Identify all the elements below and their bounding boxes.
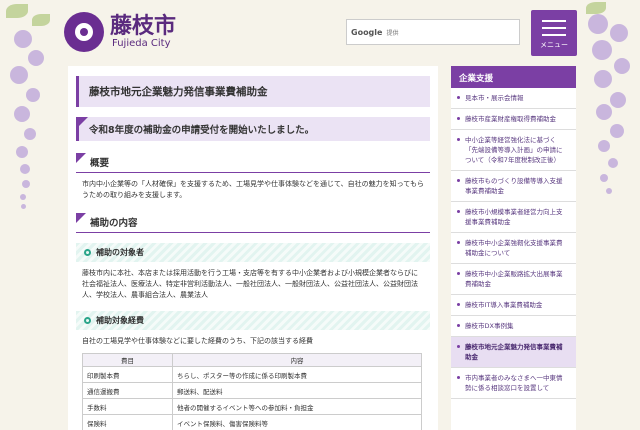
overview-heading: 概要: [76, 153, 430, 173]
sidebar-item[interactable]: 藤枝市中小企業強靭化支援事業費補助金について: [451, 233, 576, 264]
wisteria-decoration-left: [0, 0, 60, 430]
table-row: 印刷製本費 ちらし、ポスター等の作成に係る印刷製本費: [82, 366, 422, 383]
sidebar-item-current[interactable]: 藤枝市地元企業魅力発信事業費補助金: [451, 337, 576, 368]
city-emblem-icon: [64, 12, 104, 52]
wisteria-decoration-right: [580, 0, 640, 430]
overview-text: 市内中小企業等の「人材確保」を支援するため、工場見学や仕事体験などを通じて、自社…: [82, 180, 424, 199]
hamburger-icon-bar: [542, 34, 566, 36]
search-provided-by: 提供: [386, 29, 399, 37]
expense-table: 費目 内容 印刷製本費 ちらし、ポスター等の作成に係る印刷製本費 通信運搬費 郵…: [82, 353, 422, 430]
table-cell: 手数料: [82, 398, 173, 415]
target-heading: 補助の対象者: [76, 243, 430, 262]
table-cell: 印刷製本費: [82, 366, 173, 383]
sidebar-nav: 企業支援 見本市・展示会情報 藤枝市産業財産権取得費補助金 中小企業等経営強化法…: [451, 66, 576, 430]
table-cell: イベント保険料、傷害保険料等: [172, 414, 422, 430]
sidebar-item[interactable]: 藤枝市DX事例集: [451, 316, 576, 337]
circle-bullet-icon: [84, 317, 91, 324]
sidebar-item[interactable]: 見本市・展示会情報: [451, 88, 576, 109]
sidebar-item[interactable]: 藤枝市小規模事業者経営力向上支援事業費補助金: [451, 202, 576, 233]
menu-button[interactable]: メニュー: [531, 10, 577, 56]
site-header: 藤枝市 Fujieda City Google 提供 メニュー: [0, 0, 640, 62]
table-row: 手数料 他者の開催するイベント等への参加料・負担金: [82, 398, 422, 415]
table-cell: 郵送料、配送料: [172, 382, 422, 399]
expense-heading-label: 補助対象経費: [96, 316, 144, 325]
sidebar-item[interactable]: 藤枝市産業財産権取得費補助金: [451, 109, 576, 130]
sidebar-item[interactable]: 市内事業者のみなさまへ一中東情勢に係る相談窓口を設置して: [451, 368, 576, 399]
google-brand: Google: [351, 27, 383, 37]
table-header: 内容: [172, 353, 422, 367]
notice-heading: 令和8年度の補助金の申請受付を開始いたしました。: [76, 117, 430, 141]
search-button[interactable]: [497, 20, 519, 44]
target-heading-label: 補助の対象者: [96, 248, 144, 257]
logo-english: Fujieda City: [112, 38, 171, 49]
table-row: 保険料 イベント保険料、傷害保険料等: [82, 414, 422, 430]
site-logo[interactable]: 藤枝市 Fujieda City: [64, 12, 176, 52]
table-cell: ちらし、ポスター等の作成に係る印刷製本費: [172, 366, 422, 383]
hamburger-icon-bar: [542, 27, 566, 29]
expense-heading: 補助対象経費: [76, 311, 430, 330]
circle-bullet-icon: [84, 249, 91, 256]
table-header: 費目: [82, 353, 173, 367]
table-cell: 他者の開催するイベント等への参加料・負担金: [172, 398, 422, 415]
main-content: 藤枝市地元企業魅力発信事業費補助金 令和8年度の補助金の申請受付を開始いたしまし…: [68, 66, 438, 430]
target-text: 藤枝市内に本社、本店または採用活動を行う工場・支店等を有する中小企業者および小規…: [82, 269, 418, 299]
search-input[interactable]: Google 提供: [346, 19, 520, 45]
page-title: 藤枝市地元企業魅力発信事業費補助金: [76, 76, 430, 107]
logo-japanese: 藤枝市: [110, 13, 177, 39]
sidebar-item[interactable]: 藤枝市IT導入事業費補助金: [451, 295, 576, 316]
sidebar-item[interactable]: 藤枝市中小企業販路拡大出展事業費補助金: [451, 264, 576, 295]
content-heading: 補助の内容: [76, 213, 430, 233]
menu-label: メニュー: [540, 41, 568, 49]
sidebar-item[interactable]: 藤枝市ものづくり設備等導入支援事業費補助金: [451, 171, 576, 202]
table-row: 通信運搬費 郵送料、配送料: [82, 382, 422, 399]
sidebar-heading: 企業支援: [451, 66, 576, 88]
table-cell: 保険料: [82, 414, 173, 430]
sidebar-item[interactable]: 中小企業等経営強化法に基づく「先端設備等導入計画」の申請について（令和7年度税制…: [451, 130, 576, 171]
hamburger-icon: [542, 20, 566, 22]
table-cell: 通信運搬費: [82, 382, 173, 399]
expense-text: 自社の工場見学や仕事体験などに要した経費のうち、下記の該当する経費: [82, 337, 313, 345]
